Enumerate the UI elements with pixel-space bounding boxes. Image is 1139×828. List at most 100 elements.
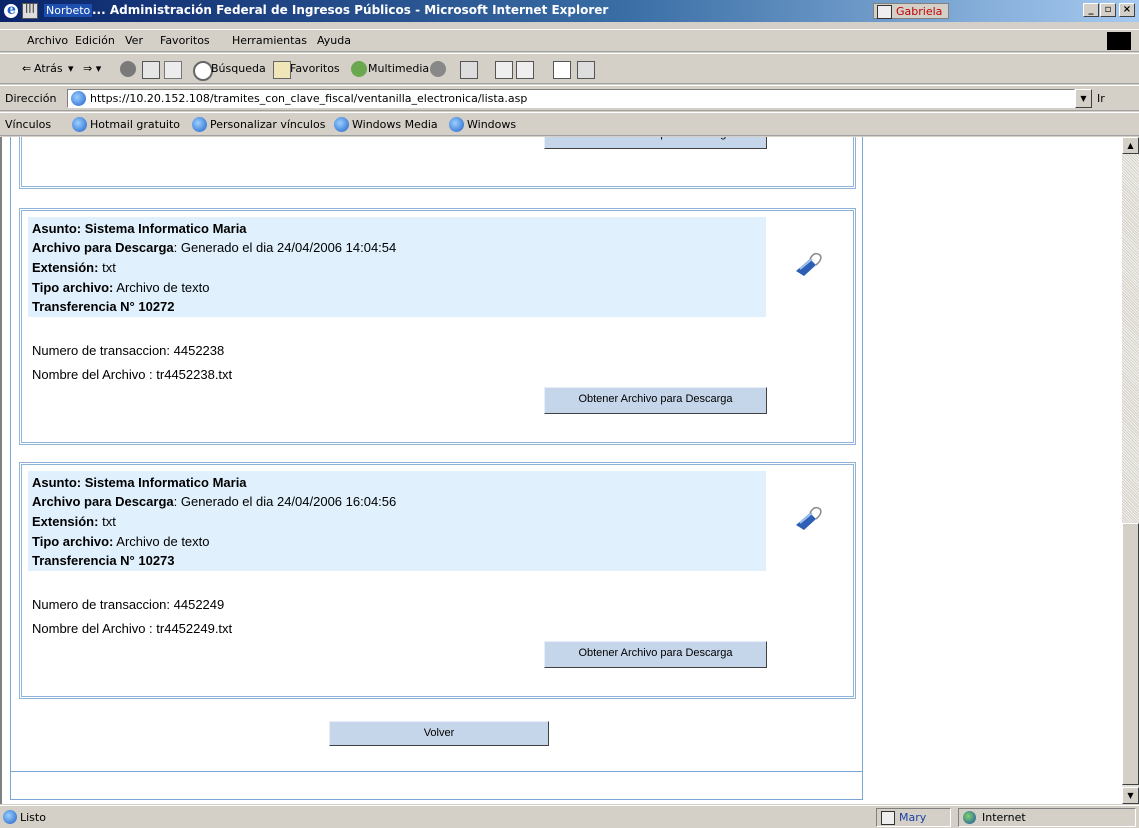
asunto-text: Asunto: Sistema Informatico Maria [32, 475, 247, 490]
security-zone-pane: Internet [958, 808, 1136, 827]
app-icon [881, 811, 895, 825]
back-button[interactable]: Atrás [34, 62, 63, 75]
media-icon [351, 61, 367, 77]
chevron-down-icon[interactable]: ▾ [68, 62, 74, 75]
favorites-button[interactable]: Favoritos [290, 62, 340, 75]
archivo-line: Archivo para Descarga: Generado el dia 2… [32, 240, 396, 255]
mail-icon[interactable] [460, 61, 478, 79]
tipo-label: Tipo archivo: [32, 280, 114, 295]
divider [11, 771, 862, 772]
menu-archivo[interactable]: Archivo [27, 34, 68, 47]
back-arrow-icon: ⇐ [22, 62, 32, 75]
archivo-line: Archivo para Descarga: Generado el dia 2… [32, 494, 396, 509]
extension-value: txt [98, 260, 116, 275]
menu-bar: Archivo Edición Ver Favoritos Herramient… [0, 29, 1139, 52]
status-bar: Listo Mary Internet [0, 805, 1139, 828]
print-icon[interactable] [495, 61, 513, 79]
toolbar: ⇐ Atrás ▾ ⇒ ▾ Búsqueda Favoritos Multime… [0, 53, 1139, 84]
zone-label: Internet [982, 811, 1026, 824]
archivo-label: Archivo para Descarga [32, 494, 174, 509]
links-bar: Vínculos Hotmail gratuito Personalizar v… [0, 112, 1139, 136]
menu-favoritos[interactable]: Favoritos [160, 34, 210, 47]
address-dropdown-button[interactable]: ▼ [1075, 89, 1092, 108]
tipo-line: Tipo archivo: Archivo de texto [32, 534, 210, 549]
taskbar-label: Gabriela [896, 5, 943, 18]
content-panel: Obtener Archivo para Descarga Asunto: Si… [10, 137, 863, 800]
ie-icon[interactable] [3, 2, 19, 19]
download-card: Asunto: Sistema Informatico Maria Archiv… [19, 462, 856, 699]
app-icon [22, 3, 38, 19]
history-icon[interactable] [430, 61, 446, 77]
go-button[interactable]: Ir [1097, 92, 1105, 105]
taskbar-button-mary[interactable]: Mary [876, 808, 951, 827]
home-icon[interactable] [164, 61, 182, 79]
extension-label: Extensión: [32, 260, 99, 275]
discuss-icon[interactable] [553, 61, 571, 79]
menu-edicion[interactable]: Edición [75, 34, 115, 47]
card-header: Asunto: Sistema Informatico Maria Archiv… [28, 217, 766, 317]
page-viewport: Obtener Archivo para Descarga Asunto: Si… [0, 137, 1122, 804]
link-personalizar[interactable]: Personalizar vínculos [210, 118, 325, 131]
search-icon [193, 61, 213, 81]
link-icon [334, 117, 349, 132]
tipo-line: Tipo archivo: Archivo de texto [32, 280, 210, 295]
archivo-value: : Generado el dia 24/04/2006 14:04:54 [173, 240, 397, 255]
download-card: Asunto: Sistema Informatico Maria Archiv… [19, 208, 856, 445]
stop-icon[interactable] [120, 61, 136, 77]
maximize-button[interactable]: ▫ [1100, 3, 1116, 17]
tipo-label: Tipo archivo: [32, 534, 114, 549]
extension-line: Extensión: txt [32, 260, 116, 275]
extension-value: txt [98, 514, 116, 529]
transaccion-text: Numero de transaccion: 4452249 [32, 597, 225, 612]
download-button[interactable]: Obtener Archivo para Descarga [544, 387, 767, 414]
edit-icon[interactable] [516, 61, 534, 79]
download-card-partial: Obtener Archivo para Descarga [19, 137, 856, 189]
media-button[interactable]: Multimedia [368, 62, 429, 75]
extension-label: Extensión: [32, 514, 99, 529]
transferencia-text: Transferencia N° 10273 [32, 553, 175, 568]
refresh-icon[interactable] [142, 61, 160, 79]
asunto-text: Asunto: Sistema Informatico Maria [32, 221, 247, 236]
page-icon [3, 810, 17, 824]
menu-ayuda[interactable]: Ayuda [317, 34, 351, 47]
volver-button[interactable]: Volver [329, 721, 549, 746]
address-bar: Dirección https://10.20.152.108/tramites… [0, 85, 1139, 111]
extension-line: Extensión: txt [32, 514, 116, 529]
menu-herramientas[interactable]: Herramientas [232, 34, 307, 47]
title-bar: Norbeto ... Administración Federal de In… [0, 0, 1139, 22]
link-windows[interactable]: Windows [467, 118, 516, 131]
messenger-icon[interactable] [577, 61, 595, 79]
blank-area [864, 137, 1122, 804]
scroll-up-button[interactable]: ▲ [1122, 137, 1139, 154]
transaccion-text: Numero de transaccion: 4452238 [32, 343, 225, 358]
paperclip-icon [796, 252, 822, 276]
transferencia-text: Transferencia N° 10272 [32, 299, 175, 314]
link-icon [192, 117, 207, 132]
status-text: Listo [20, 811, 46, 824]
taskbar-label: Mary [899, 811, 927, 824]
scroll-thumb[interactable] [1122, 523, 1139, 785]
download-button[interactable]: Obtener Archivo para Descarga [544, 137, 767, 149]
taskbar-button-gabriela[interactable]: Gabriela [873, 3, 949, 19]
paperclip-icon [796, 506, 822, 530]
link-windows-media[interactable]: Windows Media [352, 118, 438, 131]
archivo-value: : Generado el dia 24/04/2006 16:04:56 [173, 494, 397, 509]
card-header: Asunto: Sistema Informatico Maria Archiv… [28, 471, 766, 571]
tipo-value: Archivo de texto [113, 280, 210, 295]
app-icon [877, 5, 892, 19]
close-button[interactable]: × [1119, 3, 1135, 17]
address-input[interactable]: https://10.20.152.108/tramites_con_clave… [67, 89, 1075, 108]
minimize-button[interactable]: _ [1083, 3, 1099, 17]
menu-ver[interactable]: Ver [125, 34, 143, 47]
scroll-down-button[interactable]: ▼ [1122, 787, 1139, 804]
link-icon [449, 117, 464, 132]
link-hotmail[interactable]: Hotmail gratuito [90, 118, 180, 131]
forward-button[interactable]: ⇒ ▾ [83, 62, 101, 75]
globe-icon [963, 811, 976, 824]
nombre-archivo-text: Nombre del Archivo : tr4452238.txt [32, 367, 233, 382]
title-prefix: Norbeto [44, 4, 93, 17]
windows-logo-icon [1107, 32, 1131, 50]
search-button[interactable]: Búsqueda [211, 62, 266, 75]
vertical-scrollbar[interactable]: ▲ ▼ [1122, 137, 1139, 804]
download-button[interactable]: Obtener Archivo para Descarga [544, 641, 767, 668]
